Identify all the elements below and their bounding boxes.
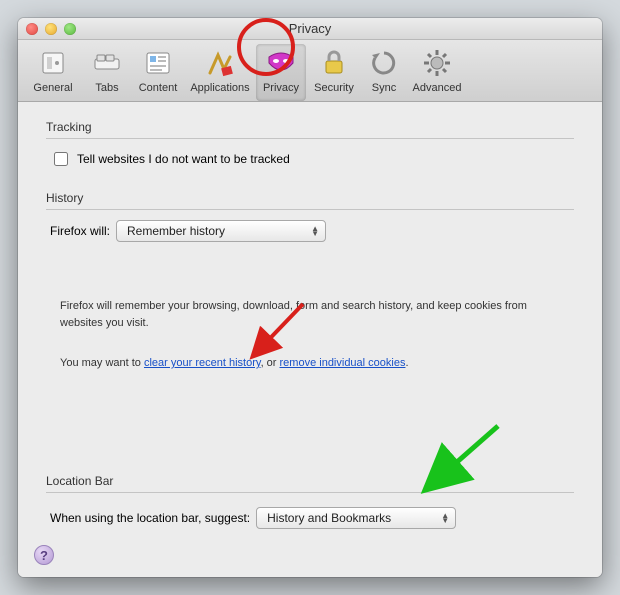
locationbar-select-value: History and Bookmarks [267, 511, 391, 525]
text: , or [261, 357, 280, 369]
toolbar-sync[interactable]: Sync [362, 44, 406, 101]
select-arrows-icon: ▲▼ [311, 226, 319, 236]
applications-icon [203, 46, 237, 80]
mask-icon [264, 46, 298, 80]
switch-icon [36, 46, 70, 80]
history-select-value: Remember history [127, 224, 225, 238]
section-locationbar-wrap: Location Bar When using the location bar… [46, 468, 574, 529]
history-desc-line1: Firefox will remember your browsing, dow… [60, 298, 570, 331]
preferences-window: Privacy General Tabs Content Applicatio [18, 18, 602, 577]
toolbar-privacy[interactable]: Privacy [256, 44, 306, 101]
toolbar-label: Tabs [95, 82, 118, 94]
history-desc-line2: You may want to clear your recent histor… [60, 355, 570, 372]
text: . [405, 357, 408, 369]
titlebar: Privacy [18, 18, 602, 40]
locationbar-row: When using the location bar, suggest: Hi… [50, 507, 574, 529]
toolbar-security[interactable]: Security [308, 44, 360, 101]
toolbar-general[interactable]: General [24, 44, 82, 101]
section-tracking: Tracking [46, 120, 574, 139]
sync-icon [367, 46, 401, 80]
toolbar: General Tabs Content Applications Privac… [18, 40, 602, 102]
toolbar-label: General [33, 82, 72, 94]
traffic-lights [26, 23, 76, 35]
toolbar-applications[interactable]: Applications [186, 44, 254, 101]
toolbar-label: Advanced [413, 82, 462, 94]
remove-cookies-link[interactable]: remove individual cookies [280, 357, 406, 369]
toolbar-content[interactable]: Content [132, 44, 184, 101]
select-arrows-icon: ▲▼ [441, 513, 449, 523]
clear-history-link[interactable]: clear your recent history [144, 357, 261, 369]
locationbar-select[interactable]: History and Bookmarks ▲▼ [256, 507, 456, 529]
section-history: History [46, 191, 574, 210]
history-description: Firefox will remember your browsing, dow… [60, 298, 570, 372]
toolbar-label: Applications [190, 82, 249, 94]
zoom-icon[interactable] [64, 23, 76, 35]
dnt-checkbox[interactable] [54, 152, 68, 166]
help-button[interactable]: ? [34, 545, 54, 565]
dnt-row: Tell websites I do not want to be tracke… [50, 149, 574, 169]
locationbar-label: When using the location bar, suggest: [50, 511, 250, 525]
tabs-icon [90, 46, 124, 80]
toolbar-label: Content [139, 82, 178, 94]
content-icon [141, 46, 175, 80]
section-locationbar: Location Bar [46, 474, 574, 493]
help-glyph: ? [40, 548, 48, 563]
history-select[interactable]: Remember history ▲▼ [116, 220, 326, 242]
toolbar-label: Security [314, 82, 354, 94]
minimize-icon[interactable] [45, 23, 57, 35]
history-label: Firefox will: [50, 224, 110, 238]
gear-icon [420, 46, 454, 80]
toolbar-tabs[interactable]: Tabs [84, 44, 130, 101]
dnt-label: Tell websites I do not want to be tracke… [77, 152, 290, 166]
toolbar-advanced[interactable]: Advanced [408, 44, 466, 101]
history-row: Firefox will: Remember history ▲▼ [50, 220, 574, 242]
text: You may want to [60, 357, 144, 369]
content-pane: Tracking Tell websites I do not want to … [18, 102, 602, 577]
toolbar-label: Sync [372, 82, 396, 94]
lock-icon [317, 46, 351, 80]
close-icon[interactable] [26, 23, 38, 35]
window-title: Privacy [18, 21, 602, 36]
toolbar-label: Privacy [263, 82, 299, 94]
